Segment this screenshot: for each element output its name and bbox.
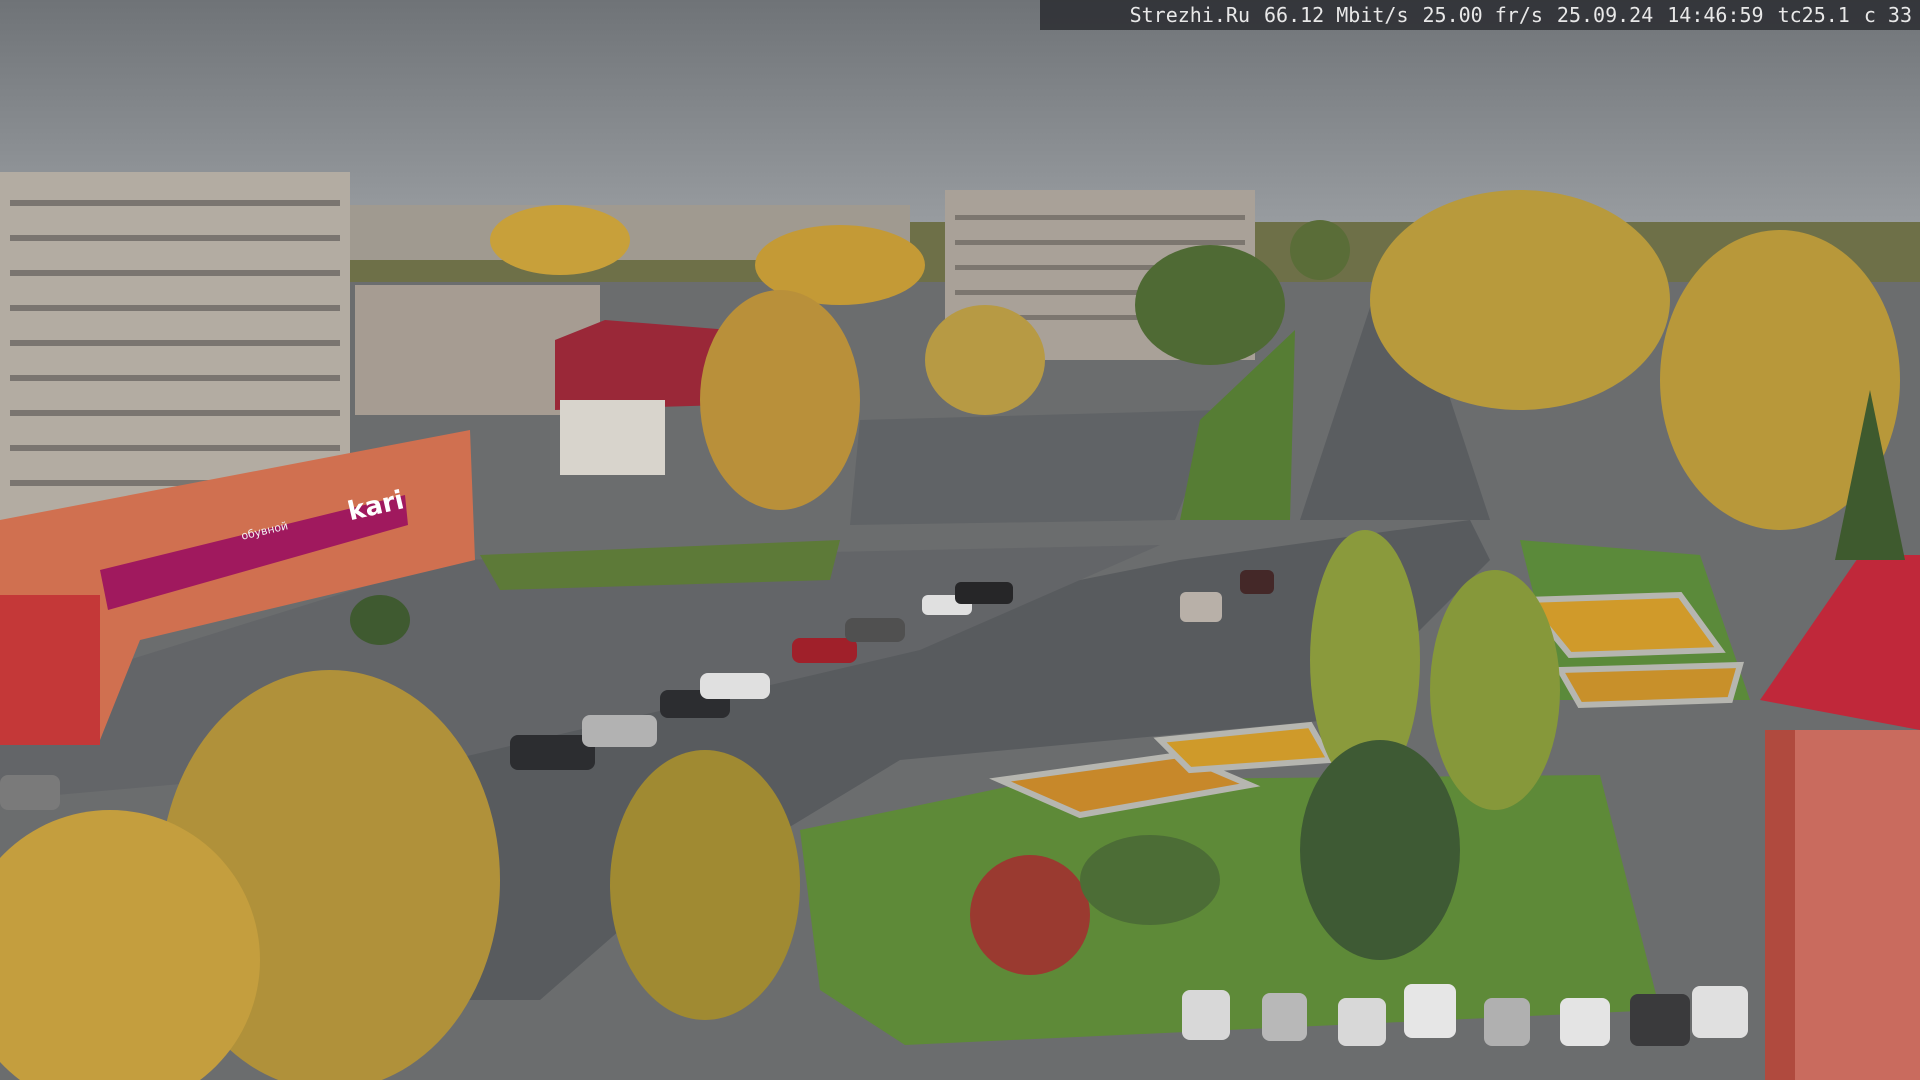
webcam-scene: Strezhi.Ru 66.12 Mbit/s 25.00 fr/s 25.09… <box>0 0 1920 1080</box>
city-street-view <box>0 0 1920 1080</box>
overlay-site: Strezhi.Ru <box>1129 3 1250 27</box>
overlay-bitrate: 66.12 Mbit/s <box>1264 3 1409 27</box>
parking-plaza <box>850 410 1220 525</box>
flower-bed-4 <box>1554 661 1745 709</box>
camera-info-overlay: Strezhi.Ru 66.12 Mbit/s 25.00 fr/s 25.09… <box>1040 0 1920 30</box>
overlay-camera-code: tc25.1 <box>1777 3 1850 27</box>
white-building <box>560 400 665 475</box>
overlay-date: 25.09.24 <box>1556 3 1654 27</box>
overlay-framerate: 25.00 fr/s <box>1422 3 1543 27</box>
overlay-time: 14:46:59 <box>1667 3 1764 27</box>
overlay-channel: c 33 <box>1863 3 1912 27</box>
